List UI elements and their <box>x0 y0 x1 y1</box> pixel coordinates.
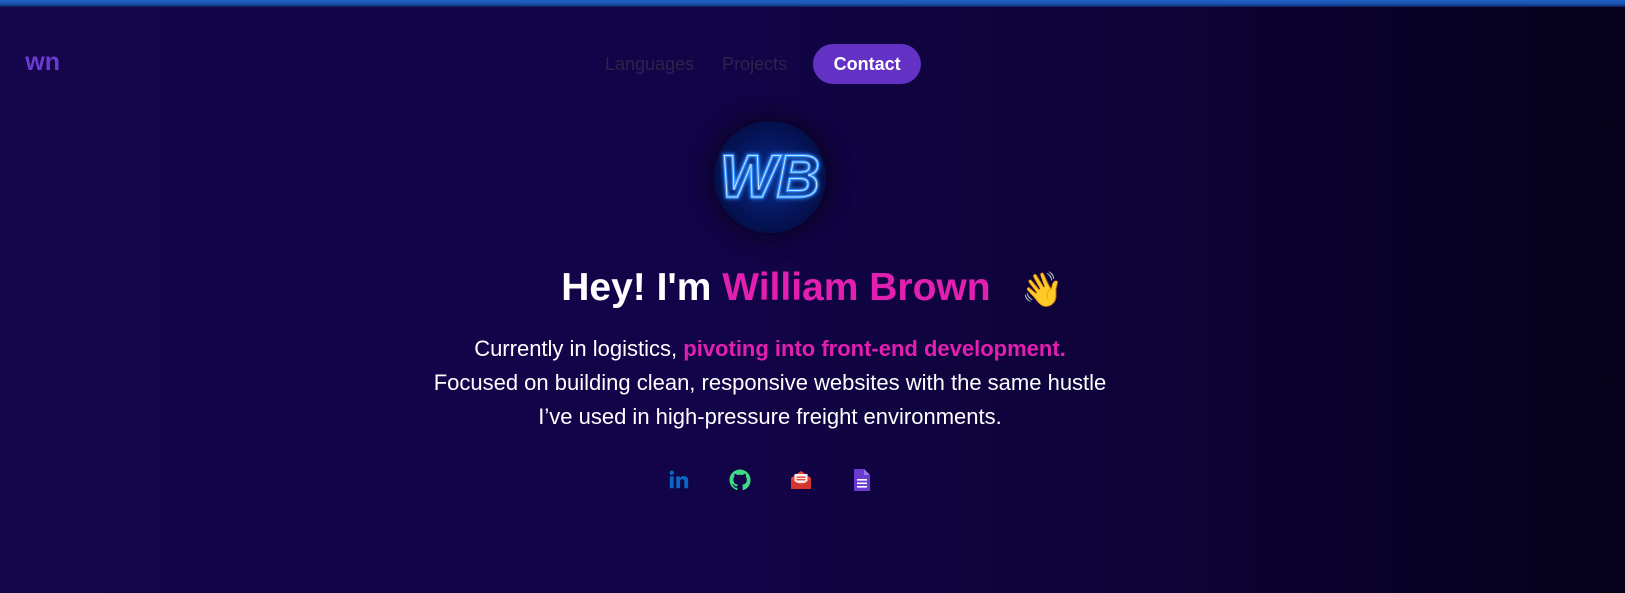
site-brand[interactable]: wn <box>0 48 60 77</box>
mail-open-icon <box>791 471 811 489</box>
browser-top-strip <box>0 0 1625 7</box>
intro-highlight: pivoting into front-end development. <box>683 336 1066 361</box>
nav-languages-link[interactable]: Languages <box>605 54 694 75</box>
contact-button[interactable]: Contact <box>813 44 922 84</box>
hero-intro: Currently in logistics, pivoting into fr… <box>432 332 1108 434</box>
wave-emoji: 👋 <box>1021 270 1064 309</box>
intro-text-start: Currently in logistics, <box>474 336 684 361</box>
nav-projects-link[interactable]: Projects <box>722 54 787 75</box>
avatar: WB WB <box>714 121 826 233</box>
intro-text-end: Focused on building clean, responsive we… <box>433 370 1107 429</box>
github-icon <box>729 469 751 491</box>
github-link[interactable] <box>725 465 755 495</box>
hero-headline: Hey! I'm William Brown 👋 <box>0 266 1625 310</box>
linkedin-icon <box>669 470 689 489</box>
main-nav: Languages Projects Contact <box>605 44 922 84</box>
email-link[interactable] <box>786 465 816 495</box>
hero-name: William Brown <box>722 266 991 309</box>
linkedin-link[interactable] <box>664 465 694 495</box>
neon-monogram: WB WB <box>718 141 821 211</box>
resume-link[interactable] <box>847 465 877 495</box>
greeting-text: Hey! I'm <box>561 266 712 309</box>
social-links <box>664 465 908 495</box>
avatar-monogram-core: WB <box>720 143 820 210</box>
document-icon <box>854 469 870 491</box>
